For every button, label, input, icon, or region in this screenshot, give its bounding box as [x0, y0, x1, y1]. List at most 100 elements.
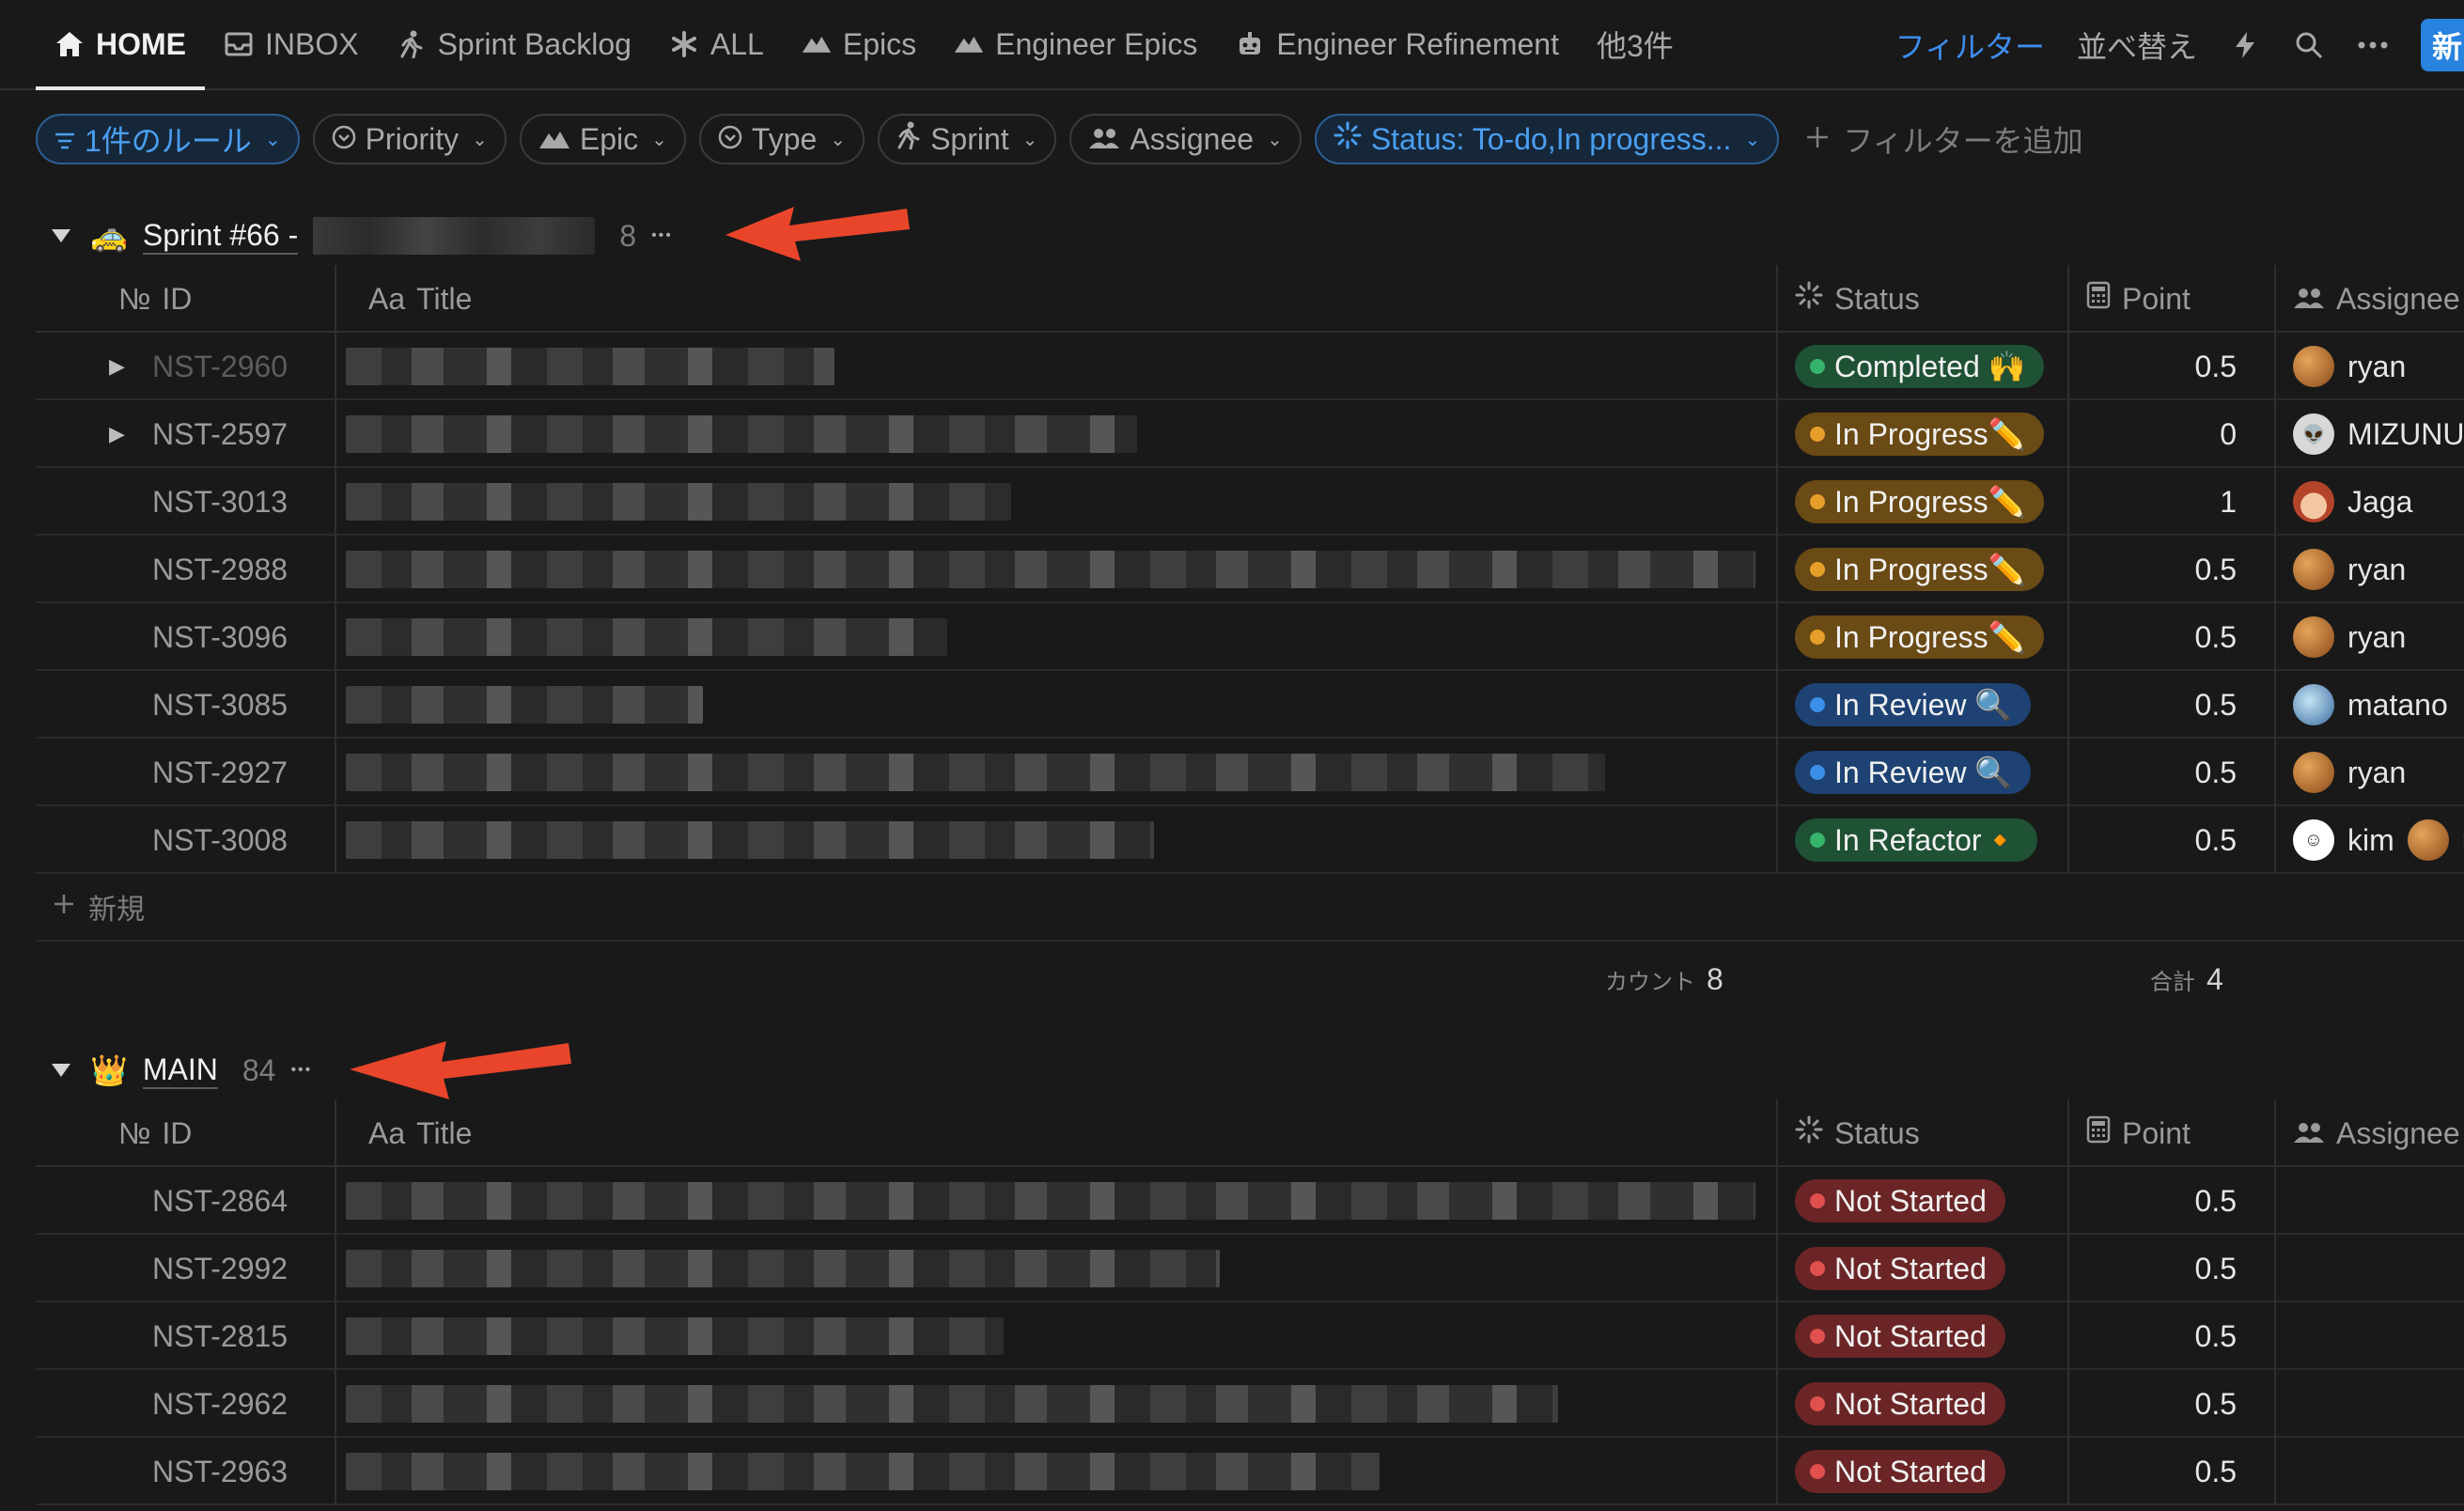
- table-row[interactable]: NST-3013 In Progress✏️ 1 Jaga: [36, 468, 2464, 536]
- table-row[interactable]: NST-3096 In Progress✏️ 0.5 ryan: [36, 603, 2464, 671]
- row-title-redacted[interactable]: [335, 806, 1776, 874]
- row-point[interactable]: 1: [2067, 468, 2274, 536]
- more-options-icon[interactable]: [2357, 29, 2389, 61]
- summary-count[interactable]: カウント 8: [1605, 945, 1723, 1013]
- row-point[interactable]: 0.5: [2067, 603, 2274, 671]
- column-header-id[interactable]: № ID: [36, 265, 335, 333]
- tab-engineer-epics[interactable]: Engineer Epics: [935, 0, 1216, 88]
- column-header-point[interactable]: Point: [2067, 265, 2274, 333]
- epic-filter-chip[interactable]: Epic ⌄: [519, 114, 686, 164]
- row-title-redacted[interactable]: [335, 536, 1776, 603]
- row-status[interactable]: In Progress✏️: [1776, 468, 2067, 536]
- row-status[interactable]: In Review 🔍: [1776, 671, 2067, 739]
- search-icon[interactable]: [2293, 29, 2325, 61]
- row-point[interactable]: 0.5: [2067, 806, 2274, 874]
- row-title-redacted[interactable]: [335, 1302, 1776, 1370]
- row-status[interactable]: Not Started: [1776, 1370, 2067, 1438]
- row-title-redacted[interactable]: [335, 671, 1776, 739]
- table-row[interactable]: NST-2988 In Progress✏️ 0.5 ryan: [36, 536, 2464, 603]
- row-point[interactable]: 0.5: [2067, 333, 2274, 400]
- row-point[interactable]: 0.5: [2067, 1167, 2274, 1235]
- tab-sprint-backlog[interactable]: Sprint Backlog: [378, 0, 650, 88]
- row-assignee[interactable]: ryan: [2274, 536, 2464, 603]
- column-header-assignee[interactable]: Assignee: [2274, 1099, 2464, 1167]
- assignee-filter-chip[interactable]: Assignee ⌄: [1069, 114, 1302, 164]
- column-header-status[interactable]: Status: [1776, 265, 2067, 333]
- group-more-icon[interactable]: •••: [290, 1062, 312, 1079]
- row-status[interactable]: In Progress✏️: [1776, 400, 2067, 468]
- column-header-title[interactable]: Aa Title: [335, 1099, 1776, 1167]
- row-status[interactable]: Not Started: [1776, 1302, 2067, 1370]
- row-title-redacted[interactable]: [335, 333, 1776, 400]
- row-title-redacted[interactable]: [335, 739, 1776, 806]
- row-point[interactable]: 0: [2067, 400, 2274, 468]
- row-assignee[interactable]: matano: [2274, 671, 2464, 739]
- row-title-redacted[interactable]: [335, 1438, 1776, 1505]
- tab-inbox[interactable]: INBOX: [205, 0, 378, 88]
- column-header-status[interactable]: Status: [1776, 1099, 2067, 1167]
- caret-down-icon[interactable]: [47, 1056, 75, 1084]
- row-status[interactable]: In Progress✏️: [1776, 603, 2067, 671]
- row-assignee[interactable]: ryan: [2274, 333, 2464, 400]
- automation-icon[interactable]: [2229, 29, 2261, 61]
- row-title-redacted[interactable]: [335, 400, 1776, 468]
- column-header-id[interactable]: № ID: [36, 1099, 335, 1167]
- row-status[interactable]: In Progress✏️: [1776, 536, 2067, 603]
- row-assignee[interactable]: ryan: [2274, 603, 2464, 671]
- sprint-filter-chip[interactable]: Sprint ⌄: [878, 114, 1057, 164]
- sort-button[interactable]: 並べ替え: [2077, 23, 2197, 67]
- row-assignee[interactable]: [2274, 1302, 2464, 1370]
- tab-epics[interactable]: Epics: [783, 0, 935, 88]
- new-button[interactable]: 新: [2421, 19, 2464, 71]
- row-title-redacted[interactable]: [335, 468, 1776, 536]
- row-point[interactable]: 0.5: [2067, 1235, 2274, 1302]
- row-status[interactable]: In Refactor🔸: [1776, 806, 2067, 874]
- row-point[interactable]: 0.5: [2067, 536, 2274, 603]
- row-assignee[interactable]: [2274, 1235, 2464, 1302]
- row-point[interactable]: 0.5: [2067, 1370, 2274, 1438]
- tab-all[interactable]: ALL: [650, 0, 783, 88]
- row-title-redacted[interactable]: [335, 1167, 1776, 1235]
- column-header-point[interactable]: Point: [2067, 1099, 2274, 1167]
- row-assignee[interactable]: ryan: [2274, 739, 2464, 806]
- table-row[interactable]: NST-2962 Not Started 0.5: [36, 1370, 2464, 1438]
- status-filter-chip[interactable]: Status: To-do,In progress... ⌄: [1314, 114, 1780, 164]
- table-row[interactable]: NST-3008In Refactor🔸0.5☺kimrya: [36, 806, 2464, 874]
- row-point[interactable]: 0.5: [2067, 739, 2274, 806]
- row-point[interactable]: 0.5: [2067, 671, 2274, 739]
- table-row[interactable]: NST-2815 Not Started 0.5: [36, 1302, 2464, 1370]
- table-row[interactable]: ▶ NST-2597 In Progress✏️ 0 👽 MIZUNUMA: [36, 400, 2464, 468]
- filter-button[interactable]: フィルター: [1895, 23, 2045, 67]
- row-assignee[interactable]: ☺kimrya: [2274, 806, 2464, 874]
- expand-toggle-icon[interactable]: ▶: [109, 354, 125, 379]
- row-title-redacted[interactable]: [335, 1370, 1776, 1438]
- row-assignee[interactable]: [2274, 1167, 2464, 1235]
- table-row[interactable]: ▶ NST-2960 Completed 🙌 0.5 ryan: [36, 333, 2464, 400]
- column-header-title[interactable]: Aa Title: [335, 265, 1776, 333]
- row-assignee[interactable]: Jaga: [2274, 468, 2464, 536]
- row-title-redacted[interactable]: [335, 603, 1776, 671]
- row-status[interactable]: In Review 🔍: [1776, 739, 2067, 806]
- row-point[interactable]: 0.5: [2067, 1302, 2274, 1370]
- type-filter-chip[interactable]: Type ⌄: [698, 114, 866, 164]
- summary-sum[interactable]: 合計 4: [2150, 945, 2223, 1013]
- caret-down-icon[interactable]: [47, 222, 75, 250]
- table-row[interactable]: NST-2927 In Review 🔍 0.5 ryan: [36, 739, 2464, 806]
- group-title[interactable]: MAIN: [142, 1052, 218, 1089]
- table-row[interactable]: NST-3085 In Review 🔍 0.5 matano: [36, 671, 2464, 739]
- row-assignee[interactable]: 👽 MIZUNUMA: [2274, 400, 2464, 468]
- row-status[interactable]: Completed 🙌: [1776, 333, 2067, 400]
- table-row[interactable]: NST-2992 Not Started 0.5: [36, 1235, 2464, 1302]
- tab-3[interactable]: 他3件: [1578, 0, 1692, 88]
- table-row[interactable]: NST-2963 Not Started 0.5: [36, 1438, 2464, 1505]
- add-filter-button[interactable]: フィルターを追加: [1805, 117, 2083, 161]
- row-title-redacted[interactable]: [335, 1235, 1776, 1302]
- row-assignee[interactable]: [2274, 1370, 2464, 1438]
- column-header-assignee[interactable]: Assignee: [2274, 265, 2464, 333]
- row-status[interactable]: Not Started: [1776, 1167, 2067, 1235]
- row-status[interactable]: Not Started: [1776, 1235, 2067, 1302]
- row-assignee[interactable]: [2274, 1438, 2464, 1505]
- tab-home[interactable]: HOME: [36, 0, 205, 90]
- group-title[interactable]: Sprint #66 -: [142, 218, 299, 255]
- row-point[interactable]: 0.5: [2067, 1438, 2274, 1505]
